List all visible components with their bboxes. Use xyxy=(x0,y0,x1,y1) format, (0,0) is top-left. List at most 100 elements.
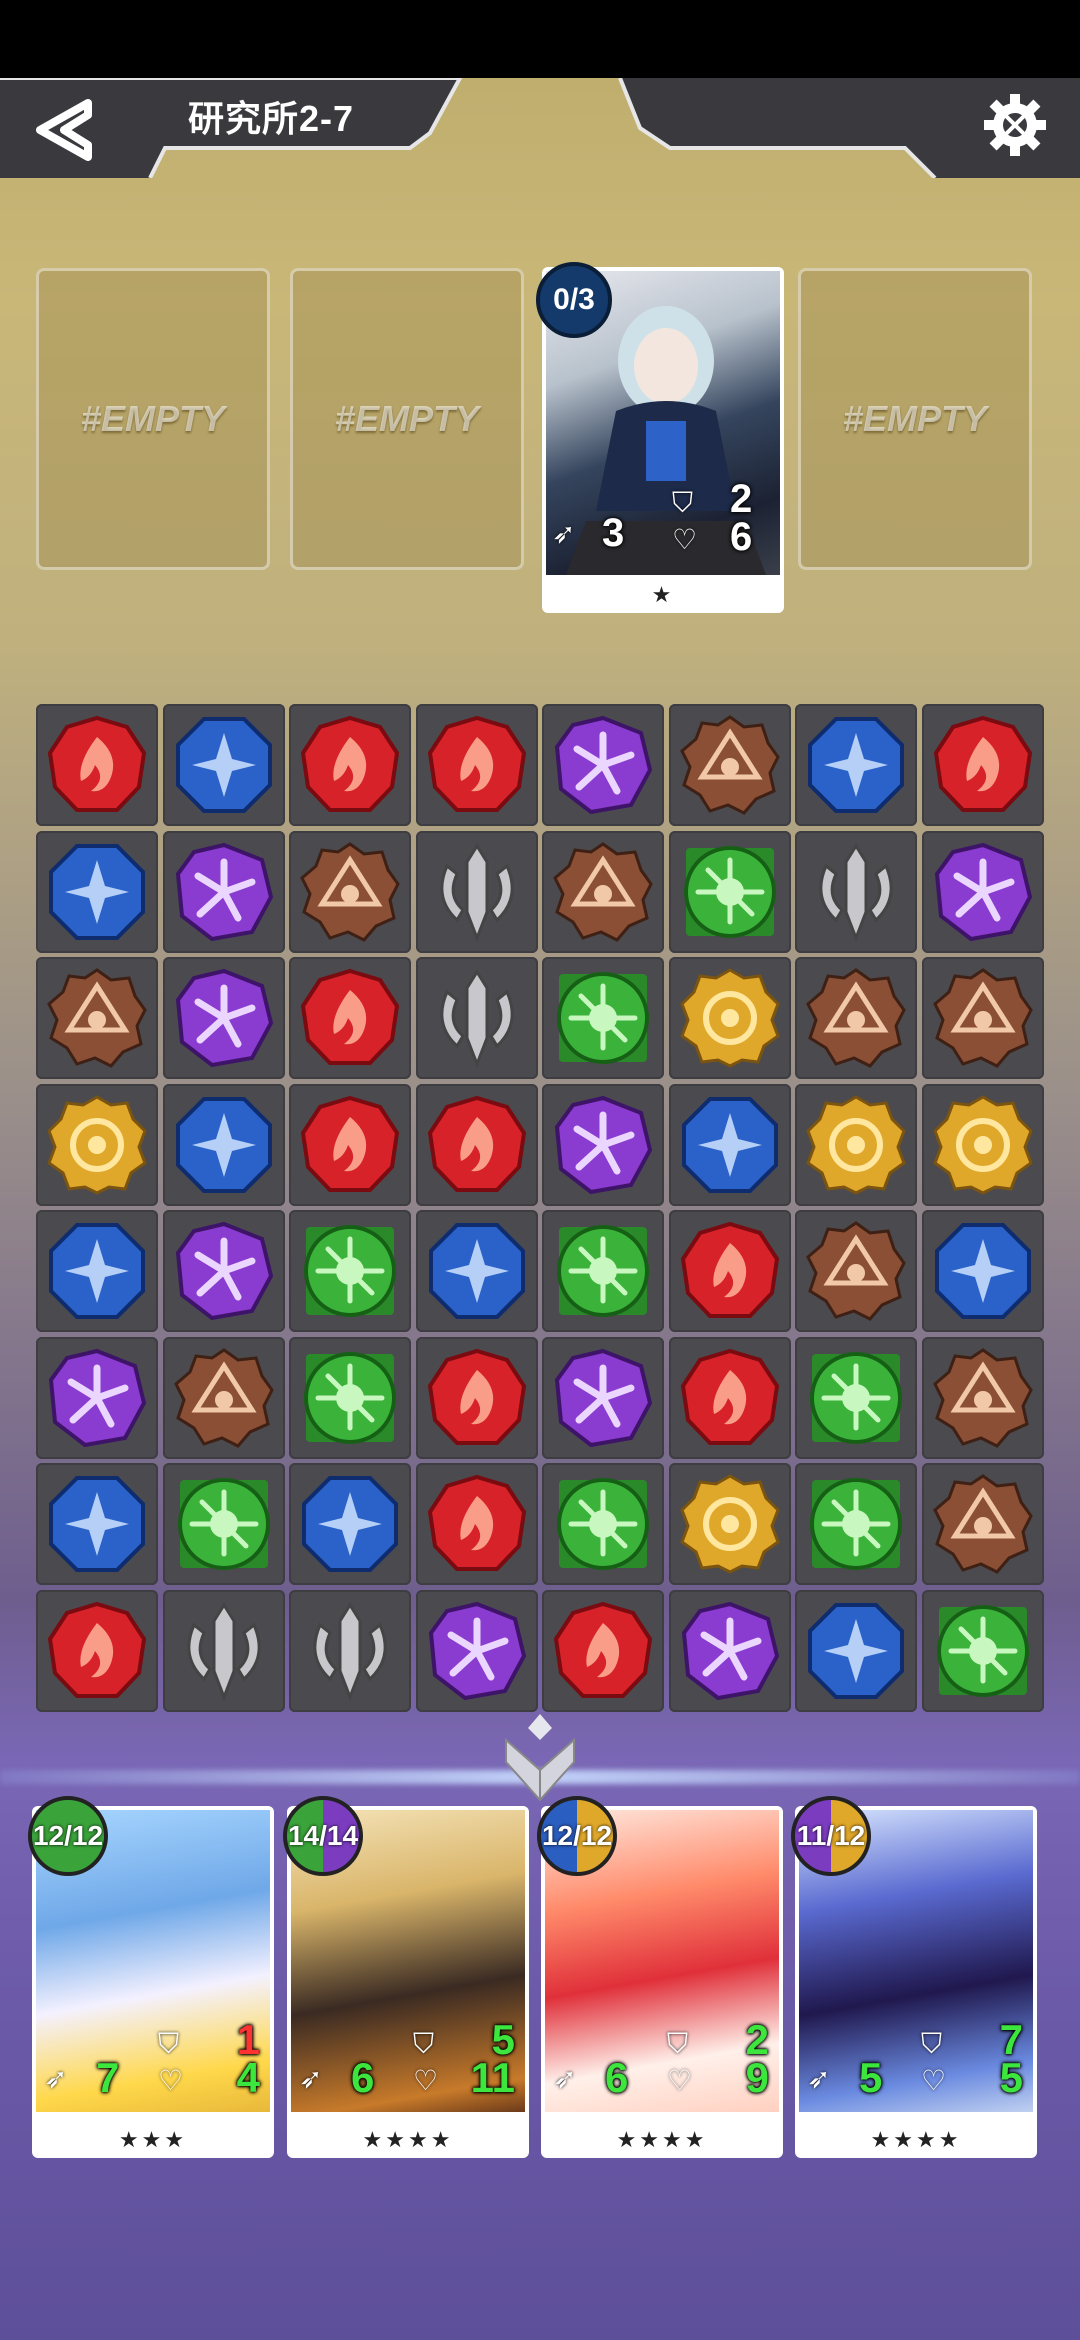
board-cell-nature[interactable] xyxy=(668,830,791,953)
board-cell-sword[interactable] xyxy=(289,1589,411,1712)
board-cell-fire[interactable] xyxy=(289,1083,411,1206)
board-cell-water[interactable] xyxy=(36,1210,158,1332)
board-cell-nature[interactable] xyxy=(542,957,664,1079)
nature-gem-icon xyxy=(810,1478,902,1570)
settings-gear-icon[interactable] xyxy=(980,90,1050,160)
board-cell-sword[interactable] xyxy=(162,1589,285,1712)
board-cell-water[interactable] xyxy=(36,830,158,953)
board-cell-sword[interactable] xyxy=(415,957,538,1079)
board-cell-wind[interactable] xyxy=(162,830,285,953)
board-cell-light[interactable] xyxy=(36,1083,158,1206)
board-cell-fire[interactable] xyxy=(415,1463,538,1585)
board-cell-fire[interactable] xyxy=(289,704,411,826)
water-gem-icon xyxy=(302,1476,398,1572)
board-cell-water[interactable] xyxy=(795,704,917,826)
earth-gem-icon xyxy=(173,1347,274,1448)
earth-gem-icon xyxy=(47,968,147,1068)
speed-icon: ➶ xyxy=(552,518,576,549)
board-cell-fire[interactable] xyxy=(415,1083,538,1206)
board-cell-water[interactable] xyxy=(162,1083,285,1206)
water-gem-icon xyxy=(175,1096,272,1193)
board-cell-water[interactable] xyxy=(668,1083,791,1206)
board-cell-nature[interactable] xyxy=(289,1336,411,1459)
shield-icon: ⛉ xyxy=(158,2028,180,2059)
board-cell-light[interactable] xyxy=(921,1083,1044,1206)
fire-gem-icon xyxy=(300,1095,400,1192)
enemy-speed: 3 xyxy=(602,511,625,555)
board-cell-earth[interactable] xyxy=(36,957,158,1079)
board-cell-water[interactable] xyxy=(289,1463,411,1585)
board-cell-fire[interactable] xyxy=(668,1210,791,1332)
board-cell-earth[interactable] xyxy=(668,704,791,826)
nature-gem-icon xyxy=(304,1351,396,1444)
enemy-slot-empty: #EMPTY xyxy=(798,268,1032,570)
water-gem-icon xyxy=(934,1223,1031,1319)
board-cell-fire[interactable] xyxy=(542,1589,664,1712)
board-cell-water[interactable] xyxy=(415,1210,538,1332)
hero-speed: 5 xyxy=(859,2054,883,2101)
board-cell-fire[interactable] xyxy=(36,1589,158,1712)
board-cell-wind[interactable] xyxy=(542,704,664,826)
board-cell-earth[interactable] xyxy=(795,1210,917,1332)
board-cell-wind[interactable] xyxy=(542,1083,664,1206)
nature-gem-icon xyxy=(304,1225,396,1317)
board-cell-earth[interactable] xyxy=(921,1463,1044,1585)
board-cell-fire[interactable] xyxy=(921,704,1044,826)
enemy-hp: 6 xyxy=(730,515,753,559)
board-cell-nature[interactable] xyxy=(795,1463,917,1585)
board-cell-earth[interactable] xyxy=(289,830,411,953)
board-cell-nature[interactable] xyxy=(162,1463,285,1585)
board-cell-wind[interactable] xyxy=(542,1336,664,1459)
hero-hp-badge: 11/12 xyxy=(791,1796,871,1876)
level-title: 研究所2-7 xyxy=(188,98,355,139)
board-cell-light[interactable] xyxy=(668,957,791,1079)
board-cell-earth[interactable] xyxy=(921,957,1044,1079)
fire-gem-icon xyxy=(47,1601,147,1698)
fire-gem-icon xyxy=(427,715,526,812)
board-cell-fire[interactable] xyxy=(36,704,158,826)
sword-gem-icon xyxy=(313,1601,387,1701)
wind-gem-icon xyxy=(554,715,653,815)
nature-gem-icon xyxy=(936,1604,1029,1697)
board-cell-nature[interactable] xyxy=(921,1589,1044,1712)
board-cell-wind[interactable] xyxy=(162,957,285,1079)
board-cell-earth[interactable] xyxy=(921,1336,1044,1459)
board-cell-wind[interactable] xyxy=(162,1210,285,1332)
board-cell-light[interactable] xyxy=(668,1463,791,1585)
board-cell-nature[interactable] xyxy=(795,1336,917,1459)
board-cell-earth[interactable] xyxy=(162,1336,285,1459)
wind-gem-icon xyxy=(428,1601,526,1700)
board-cell-fire[interactable] xyxy=(415,704,538,826)
enemy-slot-empty: #EMPTY xyxy=(36,268,270,570)
board-cell-nature[interactable] xyxy=(542,1210,664,1332)
board-cell-sword[interactable] xyxy=(415,830,538,953)
heart-icon: ♡ xyxy=(921,2065,947,2096)
board-cell-light[interactable] xyxy=(795,1083,917,1206)
board-cell-water[interactable] xyxy=(921,1210,1044,1332)
hero-stars: ★★★★ xyxy=(616,2127,708,2152)
wind-gem-icon xyxy=(48,1348,147,1447)
empty-label: #EMPTY xyxy=(842,398,988,439)
board-cell-water[interactable] xyxy=(795,1589,917,1712)
water-gem-icon xyxy=(49,1476,145,1572)
board-cell-earth[interactable] xyxy=(542,830,664,953)
board-cell-wind[interactable] xyxy=(668,1589,791,1712)
board-cell-earth[interactable] xyxy=(795,957,917,1079)
board-cell-wind[interactable] xyxy=(415,1589,538,1712)
board-cell-wind[interactable] xyxy=(36,1336,158,1459)
light-gem-icon xyxy=(679,968,780,1068)
back-arrow-icon[interactable] xyxy=(30,95,100,165)
hero-hp-badge: 12/12 xyxy=(28,1796,108,1876)
board-cell-fire[interactable] xyxy=(289,957,411,1079)
board-cell-water[interactable] xyxy=(36,1463,158,1585)
earth-gem-icon xyxy=(300,841,400,942)
board-cell-fire[interactable] xyxy=(668,1336,791,1459)
board-cell-water[interactable] xyxy=(162,704,285,826)
shield-icon: ⛉ xyxy=(672,487,694,518)
board-cell-sword[interactable] xyxy=(795,830,917,953)
board-cell-fire[interactable] xyxy=(415,1336,538,1459)
wind-gem-icon xyxy=(934,842,1032,941)
board-cell-nature[interactable] xyxy=(542,1463,664,1585)
board-cell-wind[interactable] xyxy=(921,830,1044,953)
board-cell-nature[interactable] xyxy=(289,1210,411,1332)
